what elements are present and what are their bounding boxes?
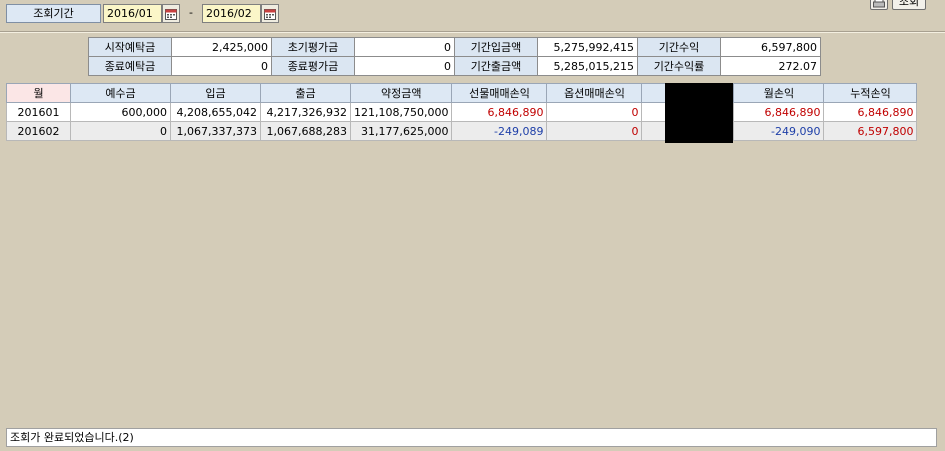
summary-label: 시작예탁금 xyxy=(88,37,172,57)
column-header-futures-pnl[interactable]: 선물매매손익 xyxy=(451,83,548,103)
column-header-cumulative-pnl[interactable]: 누적손익 xyxy=(823,83,918,103)
cell-month: 201602 xyxy=(6,121,71,141)
period-label: 조회기간 xyxy=(6,4,101,23)
monthly-pnl-table: 월 예수금 입금 출금 약정금액 선물매매손익 옵션매매손익 월손익 누적손익 … xyxy=(6,83,918,141)
column-header-month[interactable]: 월 xyxy=(6,83,71,103)
summary-label: 초기평가금 xyxy=(271,37,355,57)
column-header-options-pnl[interactable]: 옵션매매손익 xyxy=(546,83,643,103)
summary-value: 5,285,015,215 xyxy=(537,56,638,76)
cell-futures-pnl: 6,846,890 xyxy=(451,102,548,122)
summary-label: 기간입금액 xyxy=(454,37,538,57)
cell-monthly-pnl: -249,090 xyxy=(733,121,825,141)
cell-contract: 31,177,625,000 xyxy=(349,121,453,141)
search-button[interactable]: 조회 xyxy=(892,0,926,10)
calendar-icon xyxy=(264,8,276,20)
cell-cumulative-pnl: 6,597,800 xyxy=(823,121,918,141)
summary-value: 0 xyxy=(171,56,272,76)
column-header-blank xyxy=(641,83,667,103)
cell-cumulative-pnl: 6,846,890 xyxy=(823,102,918,122)
summary-label: 종료평가금 xyxy=(271,56,355,76)
cell-monthly-pnl: 6,846,890 xyxy=(733,102,825,122)
column-header-outflow[interactable]: 출금 xyxy=(260,83,351,103)
column-header-deposit[interactable]: 예수금 xyxy=(70,83,171,103)
start-calendar-button[interactable] xyxy=(162,4,180,23)
summary-value: 2,425,000 xyxy=(171,37,272,57)
summary-value: 0 xyxy=(354,37,455,57)
summary-value: 0 xyxy=(354,56,455,76)
cell-blank xyxy=(641,121,667,141)
table-row[interactable]: 201601 600,000 4,208,655,042 4,217,326,9… xyxy=(6,102,918,122)
cell-blank xyxy=(641,102,667,122)
summary-value: 6,597,800 xyxy=(720,37,821,57)
summary-row: 종료예탁금 0 종료평가금 0 기간출금액 5,285,015,215 기간수익… xyxy=(88,56,821,76)
summary-label: 종료예탁금 xyxy=(88,56,172,76)
print-icon xyxy=(873,0,885,8)
summary-value: 272.07 xyxy=(720,56,821,76)
summary-label: 기간수익 xyxy=(637,37,721,57)
cell-options-pnl: 0 xyxy=(546,121,643,141)
summary-value: 5,275,992,415 xyxy=(537,37,638,57)
cell-futures-pnl: -249,089 xyxy=(451,121,548,141)
calendar-icon xyxy=(165,8,177,20)
column-header-monthly-pnl[interactable]: 월손익 xyxy=(733,83,825,103)
cell-contract: 121,108,750,000 xyxy=(349,102,453,122)
end-calendar-button[interactable] xyxy=(261,4,279,23)
redaction-block xyxy=(665,83,733,143)
end-month-input[interactable]: 2016/02 xyxy=(202,4,261,23)
column-header-inflow[interactable]: 입금 xyxy=(170,83,261,103)
cell-options-pnl: 0 xyxy=(546,102,643,122)
date-separator: - xyxy=(189,6,193,19)
table-header-row: 월 예수금 입금 출금 약정금액 선물매매손익 옵션매매손익 월손익 누적손익 xyxy=(6,83,918,103)
cell-deposit: 0 xyxy=(70,121,171,141)
column-header-contract[interactable]: 약정금액 xyxy=(349,83,453,103)
summary-table: 시작예탁금 2,425,000 초기평가금 0 기간입금액 5,275,992,… xyxy=(88,37,821,76)
cell-outflow: 4,217,326,932 xyxy=(260,102,351,122)
monthly-grid-panel[interactable]: 월 예수금 입금 출금 약정금액 선물매매손익 옵션매매손익 월손익 누적손익 … xyxy=(6,83,937,423)
cell-outflow: 1,067,688,283 xyxy=(260,121,351,141)
status-bar-message: 조회가 완료되었습니다.(2) xyxy=(6,428,937,447)
cell-month: 201601 xyxy=(6,102,71,122)
summary-row: 시작예탁금 2,425,000 초기평가금 0 기간입금액 5,275,992,… xyxy=(88,37,821,57)
summary-label: 기간수익률 xyxy=(637,56,721,76)
print-button[interactable] xyxy=(870,0,888,10)
table-row[interactable]: 201602 0 1,067,337,373 1,067,688,283 31,… xyxy=(6,121,918,141)
toolbar-divider xyxy=(0,31,945,33)
summary-label: 기간출금액 xyxy=(454,56,538,76)
cell-inflow: 4,208,655,042 xyxy=(170,102,261,122)
cell-inflow: 1,067,337,373 xyxy=(170,121,261,141)
start-month-input[interactable]: 2016/01 xyxy=(103,4,162,23)
cell-deposit: 600,000 xyxy=(70,102,171,122)
